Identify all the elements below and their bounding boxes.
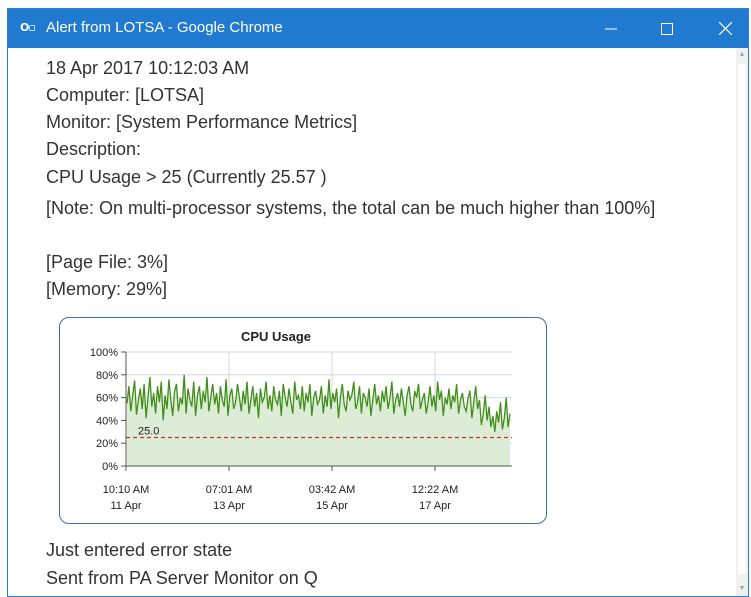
outlook-icon: O▫	[20, 21, 36, 34]
maximize-icon	[661, 22, 673, 35]
x-tick-date-label: 11 Apr	[111, 500, 142, 512]
maximize-button[interactable]	[644, 9, 690, 48]
alert-monitor: Monitor: [System Performance Metrics]	[46, 112, 358, 132]
cpu-usage-chart-svg: CPU Usage 25.0 100% 80% 60% 40% 20% 0% 10:10 A…	[90, 329, 512, 512]
x-tick-date-label: 13 Apr	[213, 500, 245, 512]
x-tick-time-label: 12:22 AM	[412, 484, 458, 496]
threshold-label: 25.0	[138, 426, 159, 438]
y-tick-label: 100%	[90, 347, 118, 359]
alert-sent-from: Sent from PA Server Monitor on Q	[46, 568, 318, 588]
y-tick-label: 60%	[96, 393, 118, 405]
window-title: Alert from LOTSA - Google Chrome	[46, 19, 283, 36]
alert-state: Just entered error state	[46, 540, 233, 560]
scroll-thumb[interactable]	[738, 64, 746, 574]
alert-memory: [Memory: 29%]	[46, 279, 168, 299]
scroll-up-icon[interactable]: ▲	[736, 48, 748, 62]
cpu-usage-chart: CPU Usage 25.0 100% 80% 60% 40% 20% 0% 10:10 A…	[59, 317, 547, 524]
y-tick-label: 20%	[96, 438, 118, 450]
y-tick-label: 80%	[96, 370, 118, 382]
alert-timestamp: 18 Apr 2017 10:12:03 AM	[46, 58, 250, 78]
close-button[interactable]	[702, 9, 748, 48]
title-bar[interactable]: O▫ Alert from LOTSA - Google Chrome	[8, 9, 748, 48]
chart-title: CPU Usage	[241, 329, 311, 344]
alert-cpu-line: CPU Usage > 25 (Currently 25.57 )	[46, 167, 327, 187]
vertical-scrollbar[interactable]: ▲ ▼	[736, 48, 748, 596]
alert-page-file: [Page File: 3%]	[46, 252, 169, 272]
minimize-button[interactable]	[588, 9, 634, 48]
x-tick-time-label: 10:10 AM	[103, 484, 149, 496]
alert-note: [Note: On multi-processor systems, the t…	[46, 198, 656, 218]
scroll-down-icon[interactable]: ▼	[736, 582, 748, 596]
x-tick-time-label: 07:01 AM	[206, 484, 252, 496]
browser-popup-window: O▫ Alert from LOTSA - Google Chrome 18 A…	[7, 8, 749, 597]
y-tick-label: 0%	[102, 461, 118, 473]
minimize-icon	[605, 28, 617, 29]
y-tick-label: 40%	[96, 415, 118, 427]
x-tick-time-label: 03:42 AM	[309, 484, 355, 496]
alert-computer: Computer: [LOTSA]	[46, 85, 205, 105]
alert-description-label: Description:	[46, 139, 142, 159]
close-icon	[718, 22, 732, 35]
alert-content: 18 Apr 2017 10:12:03 AM Computer: [LOTSA…	[8, 48, 748, 596]
x-tick-date-label: 17 Apr	[419, 500, 451, 512]
x-tick-date-label: 15 Apr	[316, 500, 348, 512]
